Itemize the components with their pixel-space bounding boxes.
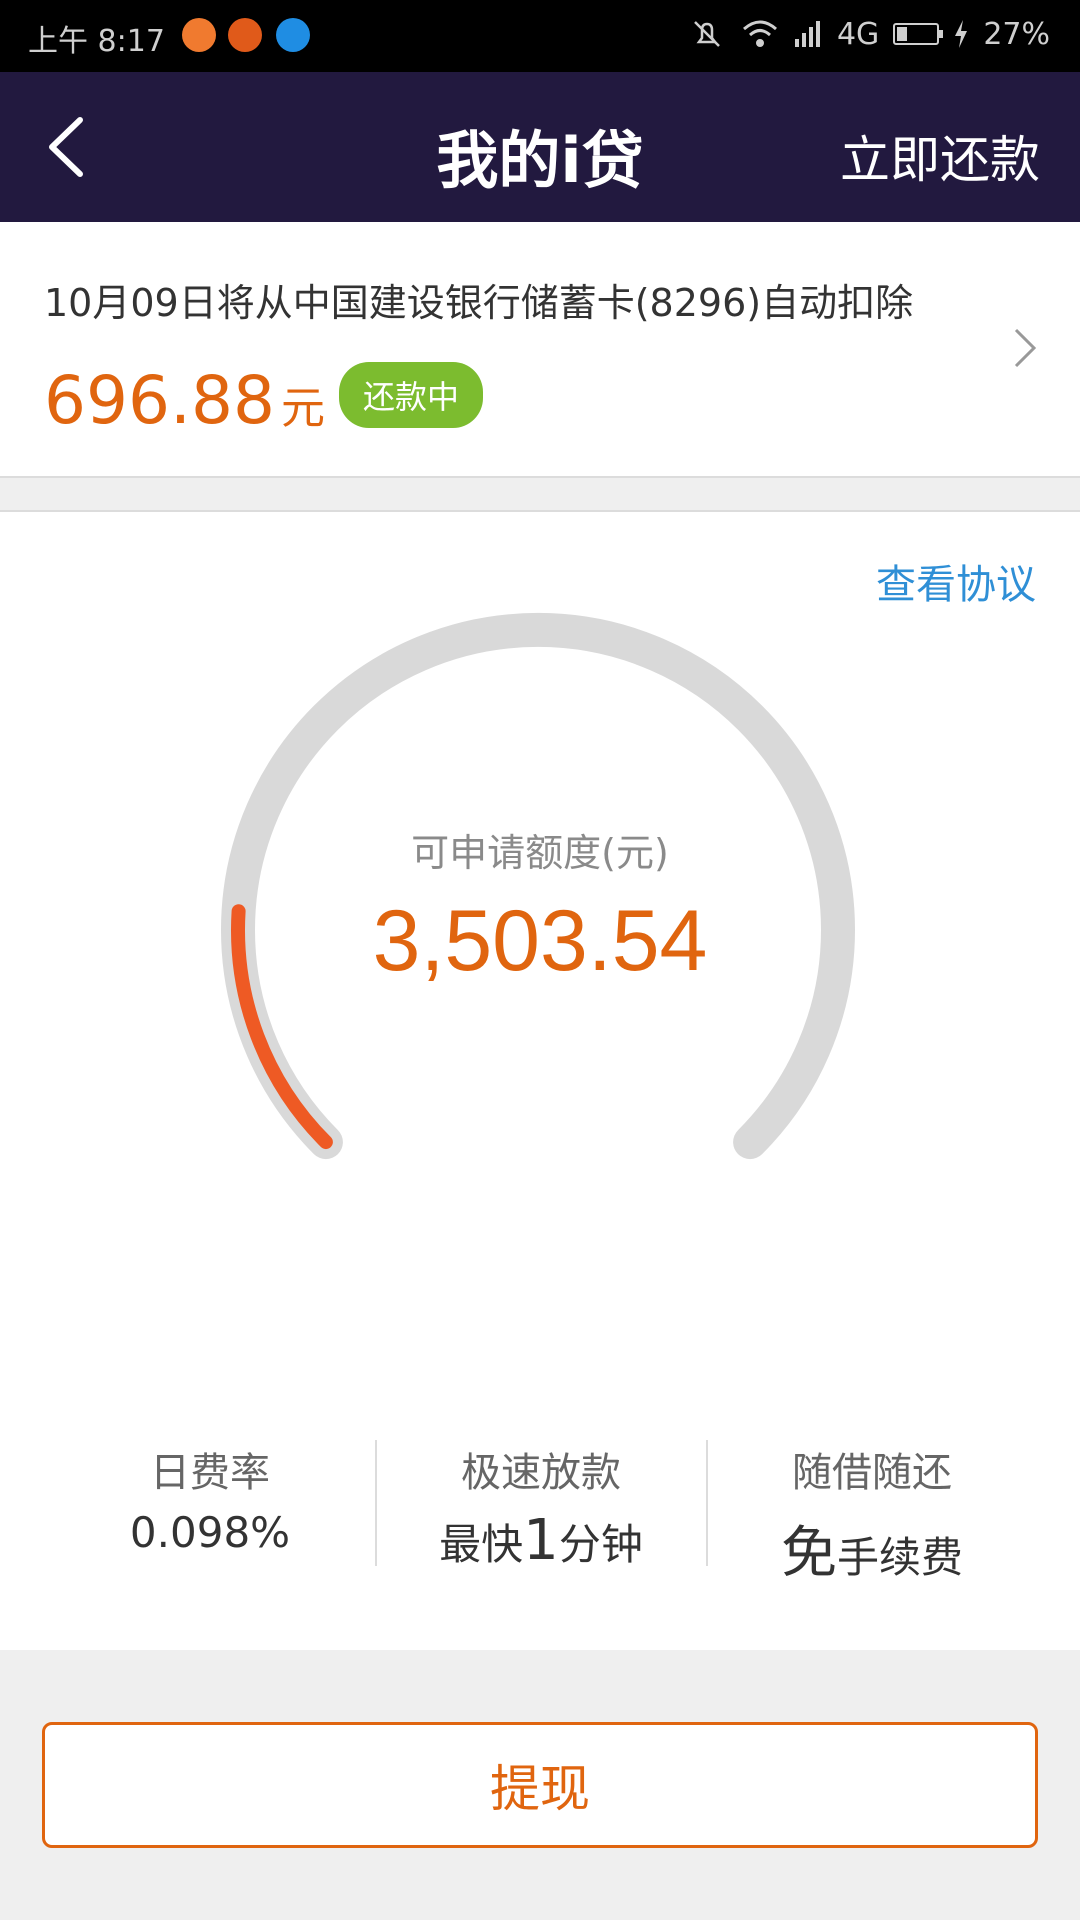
fast-loan-prefix: 最快: [439, 1520, 524, 1569]
feature-title: 极速放款: [461, 1450, 621, 1496]
battery-percent: 27%: [983, 16, 1050, 52]
quota-value: 3,503.54: [372, 893, 708, 989]
feature-daily-rate: 日费率 0.098%: [45, 1440, 375, 1557]
signal-icon: [794, 21, 820, 47]
repay-now-button[interactable]: 立即还款: [840, 120, 1040, 192]
chevron-right-icon: [1014, 328, 1037, 368]
status-badge: 还款中: [338, 361, 483, 428]
feature-flexible-repay: 随借随还 免手续费: [707, 1440, 1037, 1589]
bill-amount-row: 696.88 元 还款中: [44, 361, 483, 439]
charging-icon: [955, 20, 968, 48]
status-bar: 上午 8:17 4G 27%: [0, 0, 1080, 72]
mute-icon: [694, 21, 720, 47]
orange-app-icon: [228, 18, 262, 52]
feature-fast-loan: 极速放款 最快1分钟: [376, 1440, 706, 1573]
daily-rate-value: 0.098%: [129, 1508, 291, 1557]
blue-app-icon: [276, 18, 310, 52]
bill-description: 10月09日将从中国建设银行储蓄卡(8296)自动扣除: [44, 281, 914, 325]
withdraw-button[interactable]: 提现: [42, 1722, 1038, 1848]
network-type: 4G: [836, 16, 880, 52]
battery-icon: [893, 23, 944, 45]
bill-card[interactable]: 10月09日将从中国建设银行储蓄卡(8296)自动扣除 696.88 元 还款中: [0, 222, 1080, 478]
bill-amount: 696.88: [44, 362, 275, 439]
feature-title: 日费率: [150, 1450, 270, 1496]
quota-card: 查看协议 可申请额度(元) 3,503.54: [0, 510, 1080, 1354]
feature-value: 最快1分钟: [376, 1508, 706, 1573]
feature-value: 0.098%: [45, 1508, 375, 1557]
feature-value: 免手续费: [707, 1508, 1037, 1589]
status-time: 上午 8:17: [28, 24, 165, 59]
status-indicators: 4G 27%: [687, 16, 1050, 52]
gauge-track: [221, 612, 855, 1160]
chat-bubble-icon: [182, 18, 216, 52]
feature-title: 随借随还: [792, 1450, 952, 1496]
bill-unit: 元: [280, 383, 325, 434]
free-label: 免: [780, 1521, 837, 1586]
fast-loan-number: 1: [523, 1508, 559, 1573]
fee-label: 手续费: [836, 1533, 963, 1582]
wifi-icon: [742, 20, 777, 47]
quota-label: 可申请额度(元): [411, 831, 669, 875]
nav-bar: 我的i贷 立即还款: [0, 72, 1080, 222]
features-row: 日费率 0.098% 极速放款 最快1分钟 随借随还 免手续费: [0, 1352, 1080, 1650]
fast-loan-suffix: 分钟: [558, 1520, 643, 1569]
